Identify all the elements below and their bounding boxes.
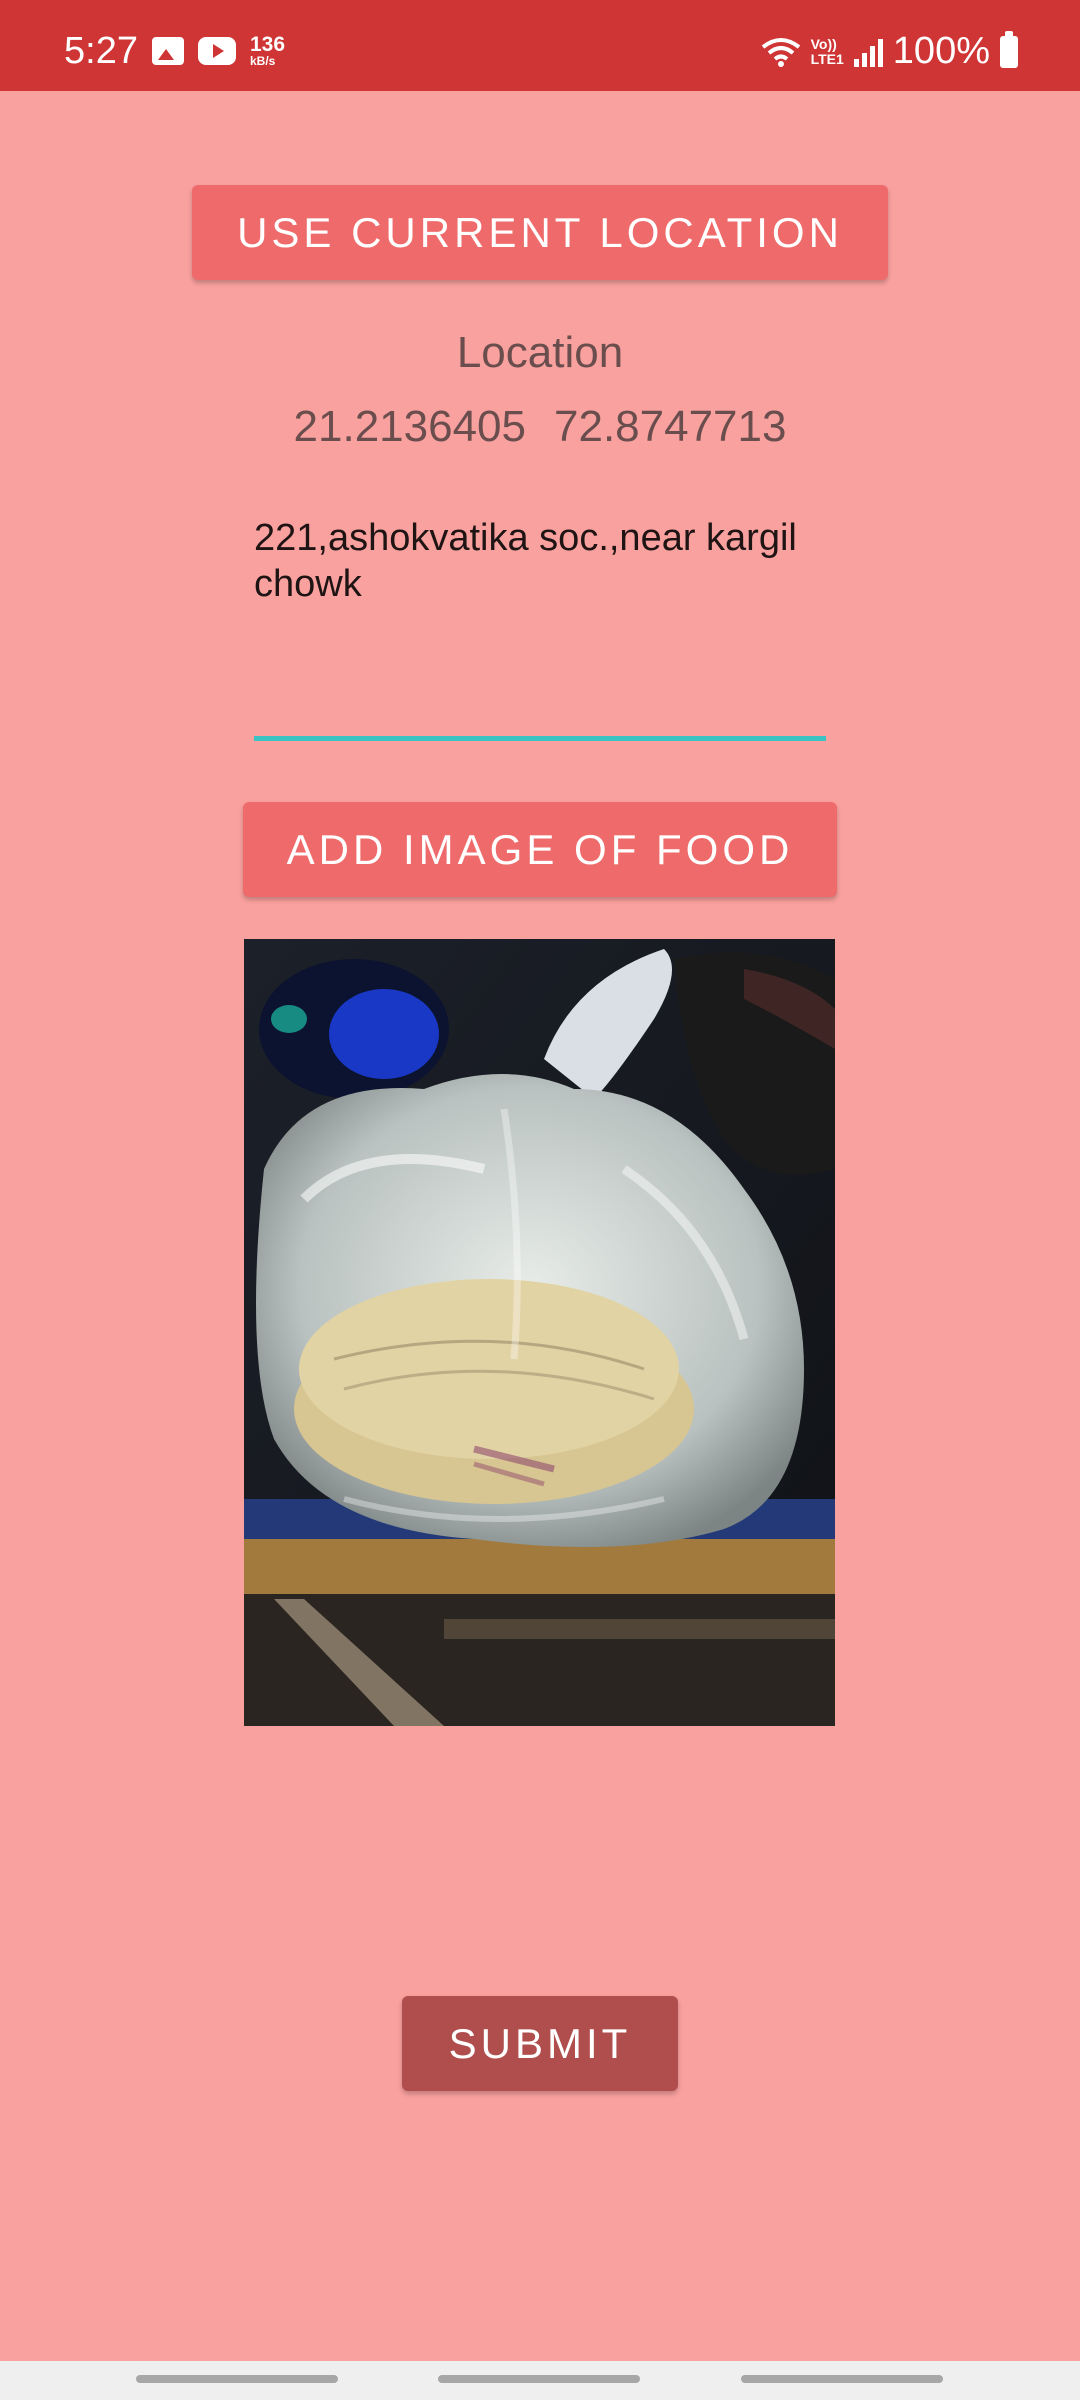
submit-button[interactable]: SUBMIT	[402, 1996, 678, 2091]
use-current-location-button[interactable]: USE CURRENT LOCATION	[192, 185, 888, 280]
status-notification-icons: 136 kB/s	[152, 34, 285, 67]
longitude-value: 72.8747713	[554, 402, 787, 451]
location-coordinates: 21.2136405 72.8747713	[0, 402, 1080, 452]
battery-percentage: 100%	[892, 30, 990, 72]
network-speed-unit: kB/s	[250, 54, 276, 68]
volte-line1: Vo))	[810, 35, 837, 52]
gallery-icon	[152, 36, 184, 65]
food-image-preview	[244, 939, 835, 1726]
status-system-icons: Vo)) LTE1 100%	[761, 30, 1018, 73]
volte-line2: LTE1	[810, 50, 844, 67]
status-bar: 5:27 136 kB/s Vo)) LTE1 100%	[0, 0, 1080, 91]
food-photo	[244, 939, 835, 1726]
wifi-icon	[761, 37, 800, 67]
network-speed: 136 kB/s	[250, 34, 285, 67]
youtube-icon	[198, 36, 236, 65]
latitude-value: 21.2136405	[293, 402, 526, 451]
signal-icon	[853, 37, 883, 67]
status-time: 5:27	[64, 30, 138, 72]
home-nav-button[interactable]	[438, 2375, 640, 2383]
battery-icon	[1000, 30, 1018, 68]
network-speed-value: 136	[250, 33, 286, 56]
system-navigation-bar	[0, 2361, 1080, 2400]
back-nav-button[interactable]	[741, 2375, 943, 2383]
add-food-image-button[interactable]: ADD IMAGE OF FOOD	[243, 802, 837, 897]
recents-nav-button[interactable]	[136, 2375, 338, 2383]
volte-indicator: Vo)) LTE1	[811, 37, 844, 66]
location-title: Location	[456, 328, 624, 377]
address-input[interactable]: 221,ashokvatika soc.,near kargil chowk	[254, 515, 826, 741]
